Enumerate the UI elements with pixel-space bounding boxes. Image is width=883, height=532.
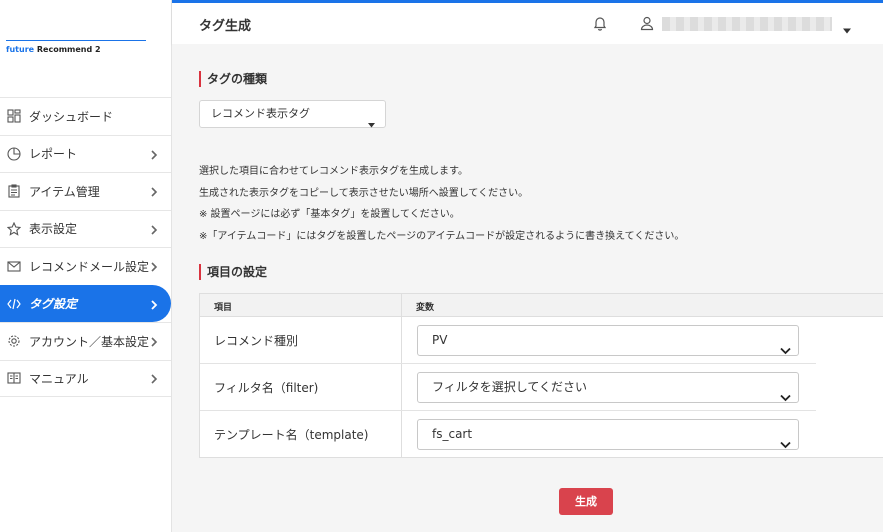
recommend-type-select[interactable]: PV — [417, 325, 799, 356]
table-row: テンプレート名（template) fs_cart — [200, 411, 883, 458]
description-line: 生成された表示タグをコピーして表示させたい場所へ設置してください。 — [199, 187, 529, 199]
tag-type-value: レコメンド表示タグ — [211, 107, 310, 120]
dashboard-icon — [6, 108, 22, 124]
caret-down-icon — [368, 112, 375, 128]
clipboard-icon — [6, 183, 22, 199]
sidebar: future Recommend 2 ダッシュボード レポート アイテム管理 表… — [0, 0, 172, 532]
table-header: 項目 変数 — [200, 294, 883, 317]
bell-icon[interactable] — [592, 15, 608, 31]
table-row: フィルタ名（filter) フィルタを選択してください — [200, 364, 883, 411]
gear-icon — [6, 333, 22, 349]
filter-select[interactable]: フィルタを選択してください — [417, 372, 799, 403]
description-line: 選択した項目に合わせてレコメンド表示タグを生成します。 — [199, 166, 468, 177]
chevron-right-icon — [149, 299, 159, 310]
row-label: テンプレート名（template) — [214, 428, 369, 442]
template-select[interactable]: fs_cart — [417, 419, 799, 450]
generate-button[interactable]: 生成 — [559, 488, 613, 515]
star-icon — [6, 221, 22, 237]
app-logo[interactable]: future Recommend 2 — [6, 40, 146, 54]
sidebar-item-label: タグ設定 — [29, 297, 78, 312]
select-value: fs_cart — [432, 427, 473, 441]
sidebar-item-display-settings[interactable]: 表示設定 — [0, 209, 171, 248]
user-name[interactable]: ████████████████████ — [662, 17, 832, 31]
sidebar-item-label: 表示設定 — [29, 222, 78, 237]
page-title: タグ生成 — [199, 19, 252, 34]
sidebar-item-manual[interactable]: マニュアル — [0, 359, 171, 397]
settings-table: 項目 変数 レコメンド種別 PV フィルタ名（filter) フィルタを選択して… — [199, 293, 883, 458]
sidebar-nav: ダッシュボード レポート アイテム管理 表示設定 レコメンドメール設定 タグ設定… — [0, 97, 171, 397]
chevron-down-icon — [780, 337, 791, 355]
code-icon — [6, 296, 22, 312]
chevron-right-icon — [149, 149, 159, 160]
sidebar-item-label: アイテム管理 — [29, 184, 100, 199]
user-icon[interactable] — [639, 15, 655, 31]
chevron-right-icon — [149, 186, 159, 197]
sidebar-item-label: レコメンドメール設定 — [29, 259, 150, 274]
sidebar-item-report[interactable]: レポート — [0, 134, 171, 173]
mail-icon — [6, 258, 22, 274]
sidebar-item-label: レポート — [29, 147, 78, 162]
chevron-down-icon — [780, 384, 791, 402]
tag-type-select[interactable]: レコメンド表示タグ — [199, 100, 386, 128]
chevron-right-icon — [149, 336, 159, 347]
main-content: タグの種類 レコメンド表示タグ 選択した項目に合わせてレコメンド表示タグを生成し… — [172, 44, 883, 532]
chevron-right-icon — [149, 261, 159, 272]
column-header-item: 項目 — [214, 303, 233, 313]
select-value: PV — [432, 333, 448, 347]
chevron-down-icon — [780, 431, 791, 449]
logo-product: Recommend 2 — [34, 45, 101, 54]
sidebar-item-dashboard[interactable]: ダッシュボード — [0, 97, 171, 135]
sidebar-item-tag-settings[interactable]: タグ設定 — [0, 284, 171, 322]
description-line: ※ 設置ページには必ず「基本タグ」を設置してください。 — [199, 209, 460, 220]
sidebar-item-label: マニュアル — [29, 371, 89, 386]
top-header: タグ生成 ████████████████████ — [172, 0, 883, 44]
sidebar-item-item-management[interactable]: アイテム管理 — [0, 172, 171, 210]
description-line: ※「アイテムコード」にはタグを設置したページのアイテムコードが設定されるように書… — [199, 230, 685, 242]
tag-type-heading: タグの種類 — [199, 71, 267, 87]
chevron-right-icon — [149, 224, 159, 235]
chevron-right-icon — [149, 373, 159, 384]
sidebar-item-label: ダッシュボード — [29, 109, 114, 124]
pie-chart-icon — [6, 146, 22, 162]
sidebar-item-recommend-mail[interactable]: レコメンドメール設定 — [0, 247, 171, 285]
column-header-variable: 変数 — [416, 303, 435, 313]
logo-brand: future — [6, 45, 35, 54]
row-label: フィルタ名（filter) — [214, 381, 319, 395]
description: 選択した項目に合わせてレコメンド表示タグを生成します。 生成された表示タグをコピ… — [199, 161, 684, 247]
row-label: レコメンド種別 — [214, 334, 299, 348]
sidebar-item-account-settings[interactable]: アカウント／基本設定 — [0, 322, 171, 360]
table-row: レコメンド種別 PV — [200, 317, 883, 364]
caret-down-icon[interactable] — [842, 20, 852, 34]
settings-heading: 項目の設定 — [199, 264, 267, 280]
select-value: フィルタを選択してください — [432, 380, 588, 394]
book-icon — [6, 370, 22, 386]
sidebar-item-label: アカウント／基本設定 — [29, 334, 150, 349]
